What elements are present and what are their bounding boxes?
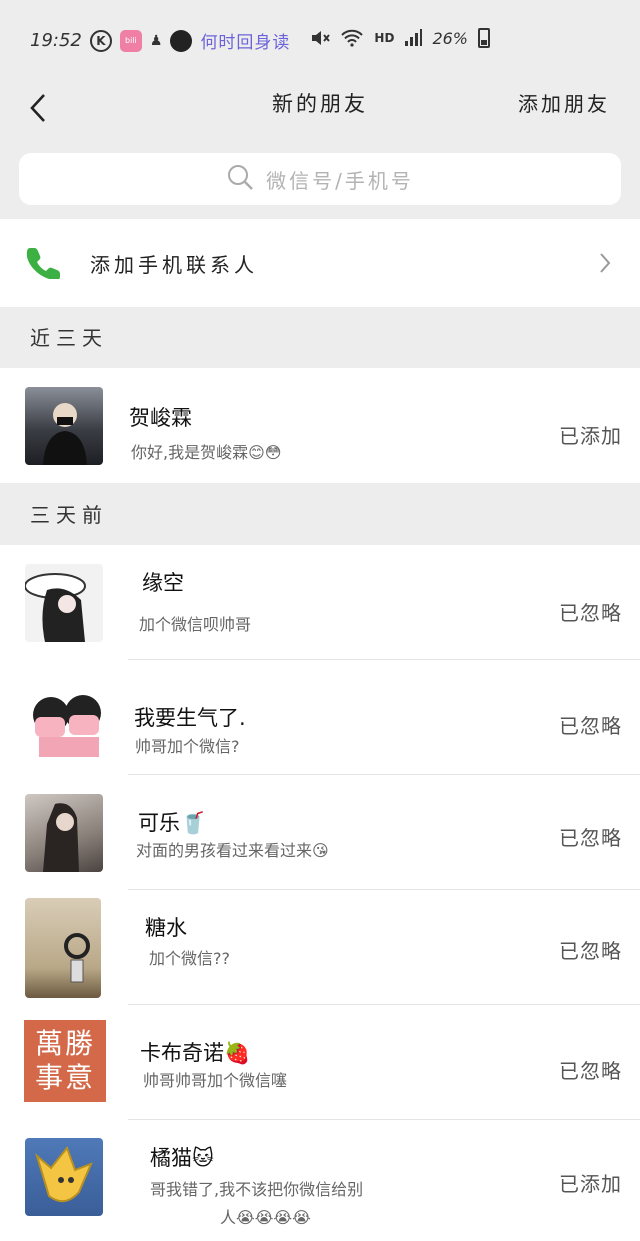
list-item[interactable]: 可乐🥤 对面的男孩看过来看过来😘 已忽略: [0, 775, 640, 890]
section-header-older: 三天前: [0, 485, 640, 545]
avatar-calligraphy: 萬勝事意: [34, 1027, 95, 1094]
contact-name: 我要生气了.: [134, 706, 246, 730]
signal-icon: [404, 29, 423, 47]
battery-percent: 26%: [432, 28, 468, 48]
mute-icon: [310, 29, 331, 47]
contact-message: 帅哥加个微信?: [135, 737, 240, 756]
contact-message: 加个微信??: [149, 949, 230, 968]
contact-message: 对面的男孩看过来看过来😘: [136, 841, 329, 860]
list-item[interactable]: 萬勝事意 卡布奇诺🍓 帅哥帅哥加个微信噻 已忽略: [0, 1005, 640, 1120]
contact-name: 可乐🥤: [138, 811, 207, 835]
list-item[interactable]: 缘空 加个微信呗帅哥 已忽略: [0, 545, 640, 660]
app-k-icon: K: [89, 29, 112, 52]
add-phone-contacts-label: 添加手机联系人: [90, 253, 258, 277]
contact-message: 帅哥帅哥加个微信噻: [143, 1071, 288, 1090]
avatar: 萬勝事意: [24, 1020, 106, 1102]
status-label: 已添加: [559, 1172, 622, 1196]
list-item[interactable]: 贺峻霖 你好,我是贺峻霖😊😳 已添加: [0, 368, 640, 483]
chevron-right-icon: [598, 251, 612, 279]
status-label: 已忽略: [559, 714, 622, 738]
contact-message: 加个微信呗帅哥: [139, 615, 252, 634]
status-time: 19:52: [30, 30, 82, 51]
list-item[interactable]: 糖水 加个微信?? 已忽略: [0, 890, 640, 1005]
wifi-icon: [340, 29, 364, 47]
clock-icon: [170, 29, 193, 52]
contact-message: 哥我错了,我不该把你微信给别: [150, 1180, 364, 1199]
avatar: [25, 794, 103, 872]
avatar: [25, 564, 103, 642]
status-label: 已忽略: [559, 601, 622, 625]
search-input[interactable]: 微信号/手机号: [19, 153, 621, 205]
status-label: 已忽略: [559, 1059, 622, 1083]
status-label: 已忽略: [559, 826, 622, 850]
contact-name: 贺峻霖: [129, 406, 192, 430]
add-phone-contacts-row[interactable]: 添加手机联系人: [0, 219, 640, 307]
contact-message: 你好,我是贺峻霖😊😳: [131, 443, 282, 462]
nav-bar: 新的朋友 添加朋友: [0, 78, 640, 138]
search-icon: [226, 163, 254, 195]
avatar: [25, 898, 101, 998]
status-label: 已忽略: [559, 939, 622, 963]
add-friend-button[interactable]: 添加朋友: [518, 88, 610, 117]
list-item[interactable]: 橘猫🐱 哥我错了,我不该把你微信给别 人😭😭😭😭 已添加: [0, 1120, 640, 1241]
profile-icon: ♟: [149, 32, 163, 49]
avatar: [25, 387, 103, 465]
status-bar: 19:52 K bili ♟ 何时回身读 HD 26%: [0, 0, 640, 78]
contact-name: 卡布奇诺🍓: [140, 1041, 251, 1065]
section-header-recent: 近三天: [0, 308, 640, 368]
contact-message-continued: 人😭😭😭😭: [220, 1208, 311, 1227]
bilibili-icon: bili: [119, 29, 142, 52]
network-label: HD: [374, 31, 395, 45]
battery-icon: [478, 28, 490, 48]
avatar: [25, 679, 103, 757]
contact-name: 橘猫🐱: [150, 1146, 214, 1170]
avatar: [25, 1138, 103, 1216]
phone-icon: [26, 245, 60, 283]
status-scroll-text: 何时回身读: [200, 33, 291, 53]
contact-name: 糖水: [145, 916, 187, 940]
contact-name: 缘空: [142, 571, 184, 595]
search-placeholder: 微信号/手机号: [266, 168, 414, 193]
list-item[interactable]: 我要生气了. 帅哥加个微信? 已忽略: [0, 660, 640, 775]
status-label: 已添加: [559, 424, 622, 448]
